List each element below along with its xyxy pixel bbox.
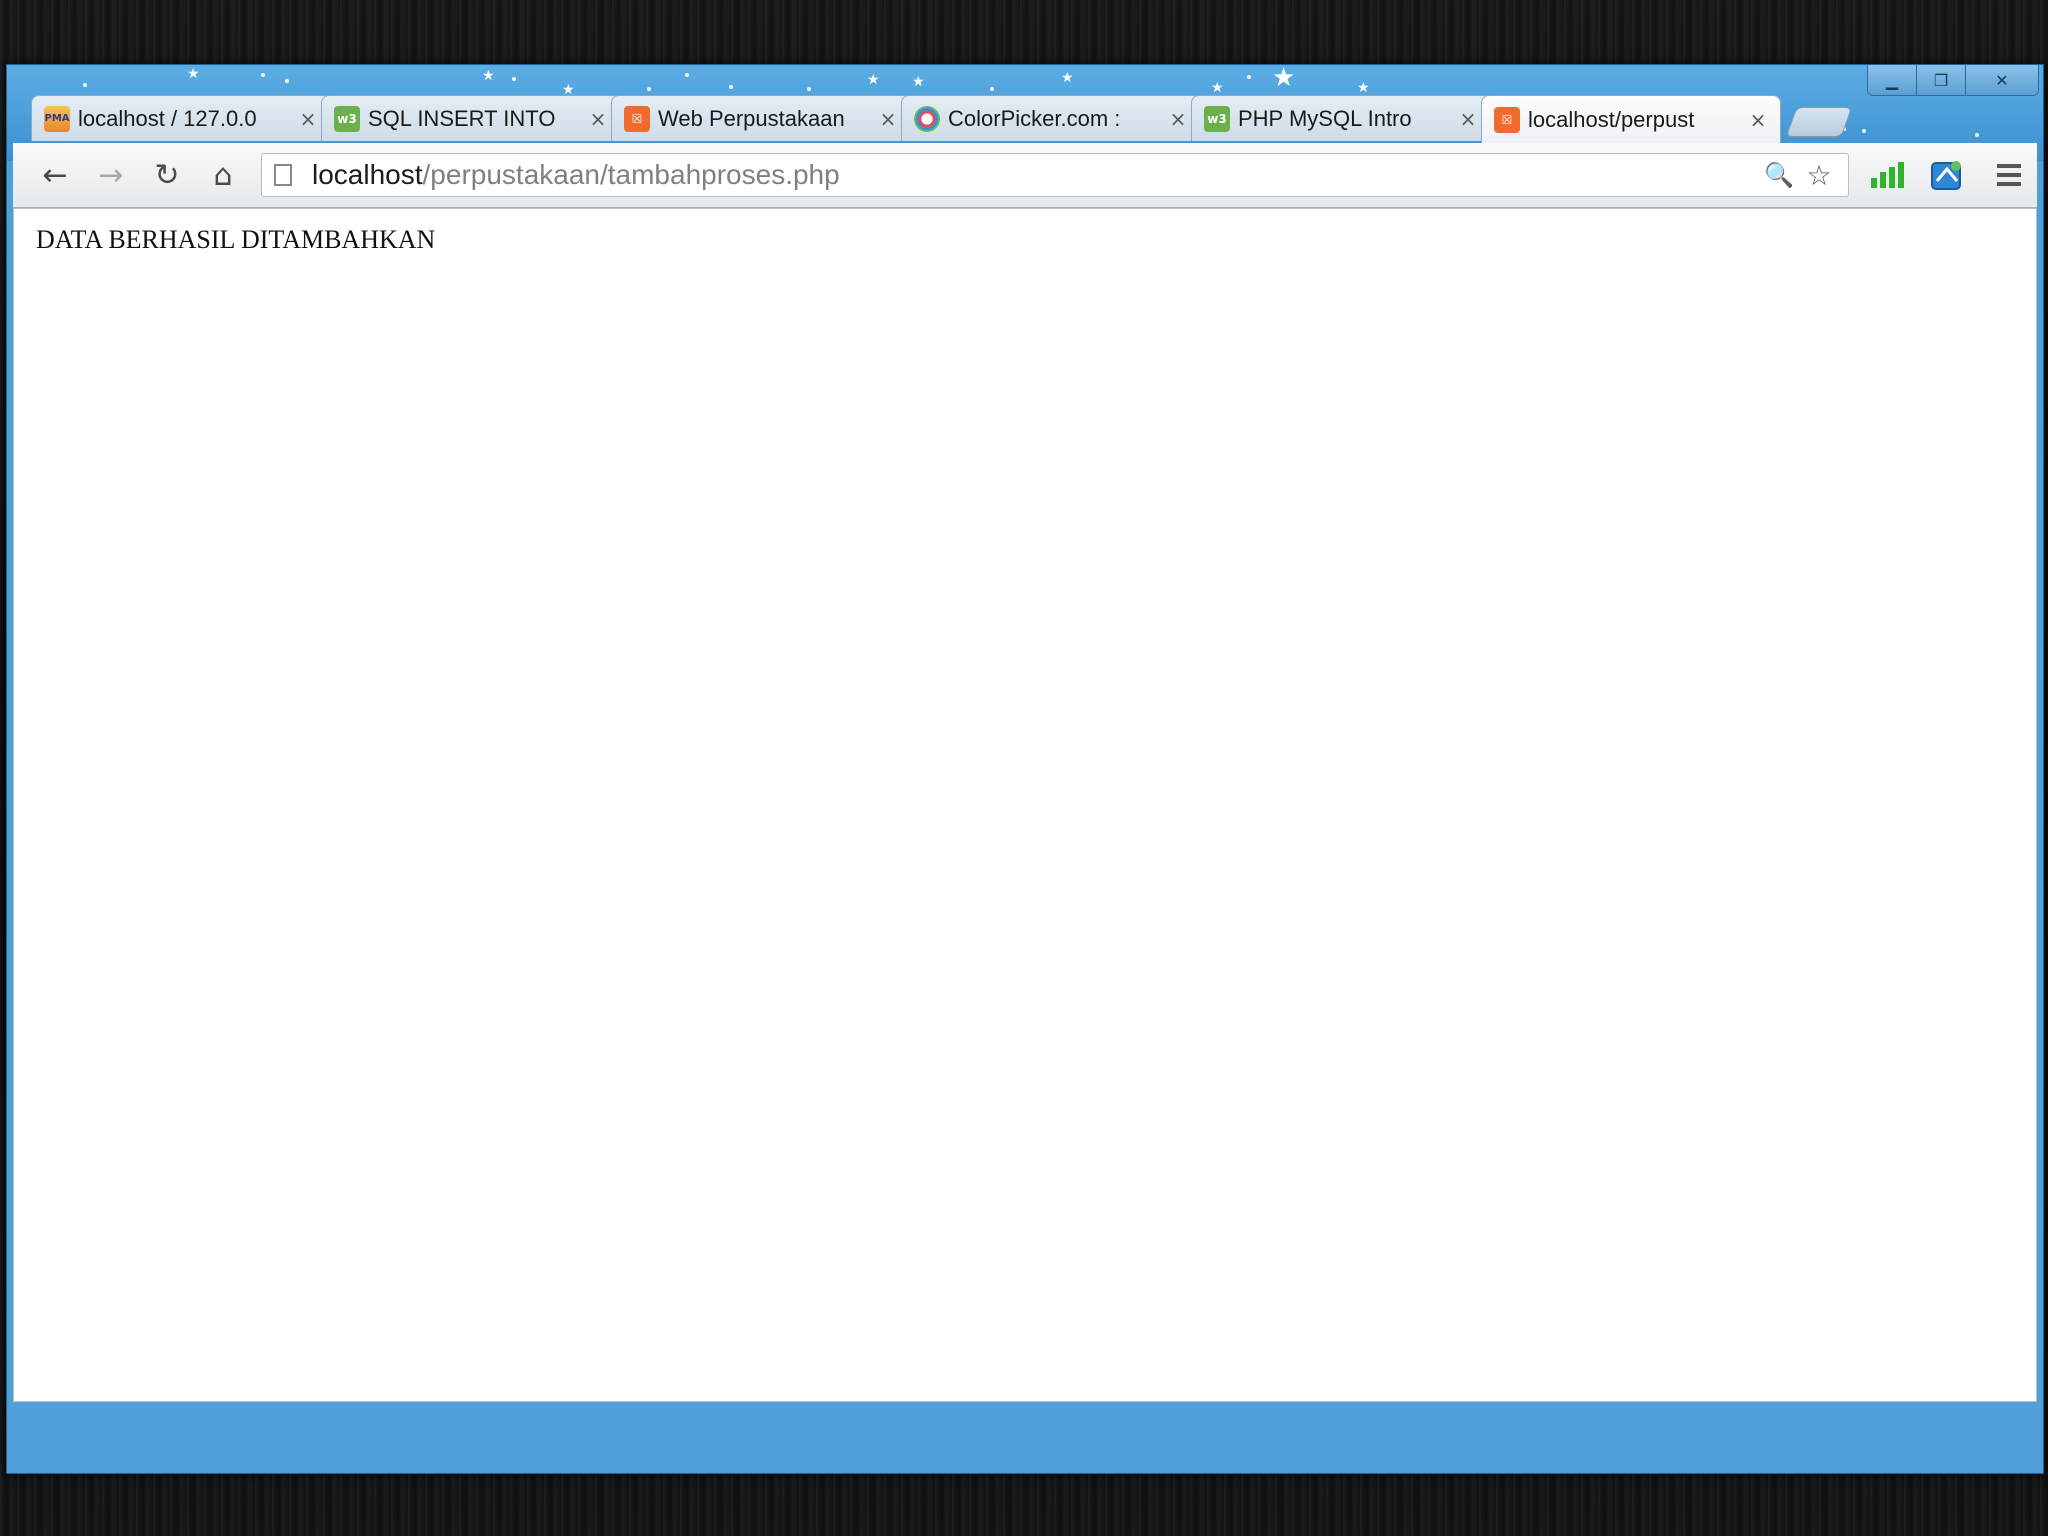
address-bar[interactable]: localhost/perpustakaan/tambahproses.php … xyxy=(261,153,1849,197)
w3schools-icon: w3 xyxy=(334,105,360,132)
star-decoration xyxy=(1862,129,1866,133)
tab-title: PHP MySQL Intro xyxy=(1238,105,1412,131)
bookmark-star-icon[interactable]: ☆ xyxy=(1802,158,1836,192)
tab-close-icon[interactable]: × xyxy=(876,107,900,131)
star-decoration xyxy=(647,87,651,91)
window-controls: ▁ ❐ ✕ xyxy=(1867,65,2039,96)
home-button[interactable]: ⌂ xyxy=(203,155,243,195)
star-decoration: ★ xyxy=(187,66,200,82)
tab-web-perpustakaan[interactable]: ☒ Web Perpustakaan × xyxy=(611,95,911,141)
star-decoration: ★ xyxy=(1357,80,1370,96)
new-tab-button[interactable] xyxy=(1785,107,1853,137)
url-text[interactable]: localhost/perpustakaan/tambahproses.php xyxy=(312,154,840,196)
star-decoration xyxy=(990,87,994,91)
reload-button[interactable]: ↻ xyxy=(147,155,187,195)
phpmyadmin-icon: PMA xyxy=(44,105,70,132)
star-decoration xyxy=(261,73,265,77)
maximize-button[interactable]: ❐ xyxy=(1916,65,1965,95)
forward-button[interactable]: → xyxy=(91,155,131,195)
success-message: DATA BERHASIL DITAMBAHKAN xyxy=(36,225,436,254)
w3schools-icon: w3 xyxy=(1204,105,1230,132)
star-decoration xyxy=(83,83,87,87)
page-icon xyxy=(274,164,292,186)
back-button[interactable]: ← xyxy=(35,155,75,195)
star-decoration xyxy=(685,73,689,77)
tab-title: localhost/perpust xyxy=(1528,106,1695,132)
browser-toolbar: ← → ↻ ⌂ localhost/perpustakaan/tambahpro… xyxy=(13,143,2037,208)
search-icon[interactable]: 🔍 xyxy=(1762,158,1796,192)
star-decoration xyxy=(807,87,811,91)
tab-localhost-perpustakaan[interactable]: ☒ localhost/perpust × xyxy=(1481,95,1781,143)
page-content: DATA BERHASIL DITAMBAHKAN xyxy=(13,208,2037,1402)
tab-close-icon[interactable]: × xyxy=(1456,107,1480,131)
close-window-button[interactable]: ✕ xyxy=(1965,65,2038,95)
tab-sql-insert-into[interactable]: w3 SQL INSERT INTO × xyxy=(321,95,621,141)
tab-php-mysql-intro[interactable]: w3 PHP MySQL Intro × xyxy=(1191,95,1491,141)
star-decoration xyxy=(512,77,516,81)
tab-title: localhost / 127.0.0 xyxy=(78,105,257,131)
star-decoration xyxy=(285,79,289,83)
star-decoration: ★ xyxy=(1061,70,1074,86)
color-wheel-icon xyxy=(914,105,940,132)
xampp-icon: ☒ xyxy=(624,105,650,132)
star-decoration xyxy=(729,85,733,89)
star-decoration xyxy=(1975,133,1979,137)
tab-colorpicker[interactable]: ColorPicker.com : × xyxy=(901,95,1201,141)
browser-window: ★ ★ ★ ★ ★ ★ ★ ★ ★ ▁ ❐ ✕ PMA localhost / … xyxy=(6,64,2044,1474)
url-path: /perpustakaan/tambahproses.php xyxy=(422,159,840,190)
tab-title: ColorPicker.com : xyxy=(948,105,1121,131)
url-host: localhost xyxy=(312,159,423,190)
star-decoration: ★ xyxy=(482,68,495,84)
tab-title: Web Perpustakaan xyxy=(658,105,845,131)
tab-close-icon[interactable]: × xyxy=(1746,108,1770,132)
star-decoration: ★ xyxy=(1211,80,1224,96)
minimize-button[interactable]: ▁ xyxy=(1868,65,1916,95)
star-decoration xyxy=(1247,75,1251,79)
xampp-icon: ☒ xyxy=(1494,106,1520,133)
menu-icon[interactable] xyxy=(1987,155,2031,195)
blue-puzzle-icon[interactable] xyxy=(1925,155,1969,195)
signal-bars-icon[interactable] xyxy=(1865,155,1909,195)
tab-close-icon[interactable]: × xyxy=(586,107,610,131)
star-decoration: ★ xyxy=(867,72,880,88)
tab-phpmyadmin[interactable]: PMA localhost / 127.0.0 × xyxy=(31,95,331,141)
tab-close-icon[interactable]: × xyxy=(296,107,320,131)
star-decoration: ★ xyxy=(1272,65,1296,93)
star-decoration: ★ xyxy=(912,74,925,90)
tab-title: SQL INSERT INTO xyxy=(368,105,556,131)
tab-close-icon[interactable]: × xyxy=(1166,107,1190,131)
